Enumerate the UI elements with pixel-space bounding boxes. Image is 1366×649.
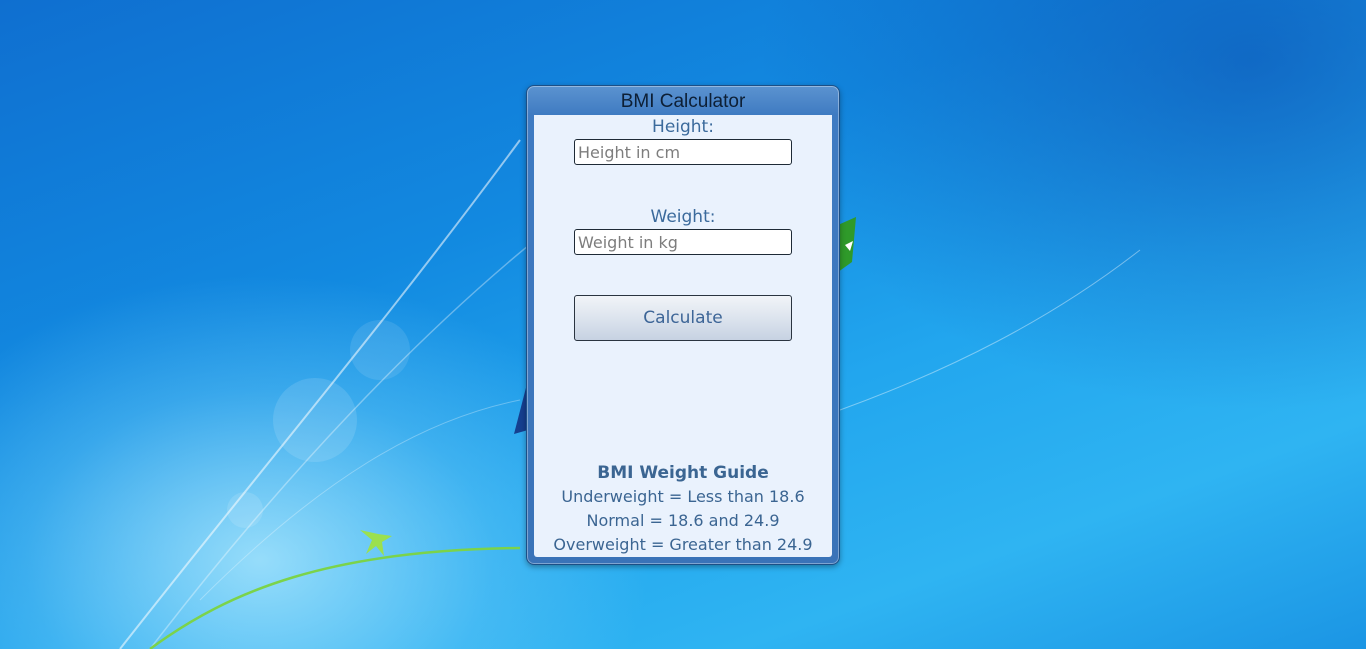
guide-line-underweight: Underweight = Less than 18.6 — [561, 487, 805, 506]
bmi-weight-guide: BMI Weight Guide Underweight = Less than… — [534, 461, 832, 557]
gadget-body: Height: Weight: Calculate BMI Weight Gui… — [534, 115, 832, 557]
guide-title: BMI Weight Guide — [597, 463, 769, 483]
weight-label: Weight: — [650, 207, 716, 227]
height-label: Height: — [652, 117, 714, 137]
calculate-button[interactable]: Calculate — [574, 295, 792, 341]
weight-input[interactable] — [574, 229, 792, 255]
desktop: BMI Calculator Height: Weight: Calculate… — [0, 0, 1366, 649]
guide-line-normal: Normal = 18.6 and 24.9 — [586, 511, 780, 530]
gadget-title: BMI Calculator — [620, 91, 746, 112]
guide-line-overweight: Overweight = Greater than 24.9 — [553, 535, 813, 554]
height-input[interactable] — [574, 139, 792, 165]
bmi-calculator-gadget: BMI Calculator Height: Weight: Calculate… — [526, 85, 840, 565]
